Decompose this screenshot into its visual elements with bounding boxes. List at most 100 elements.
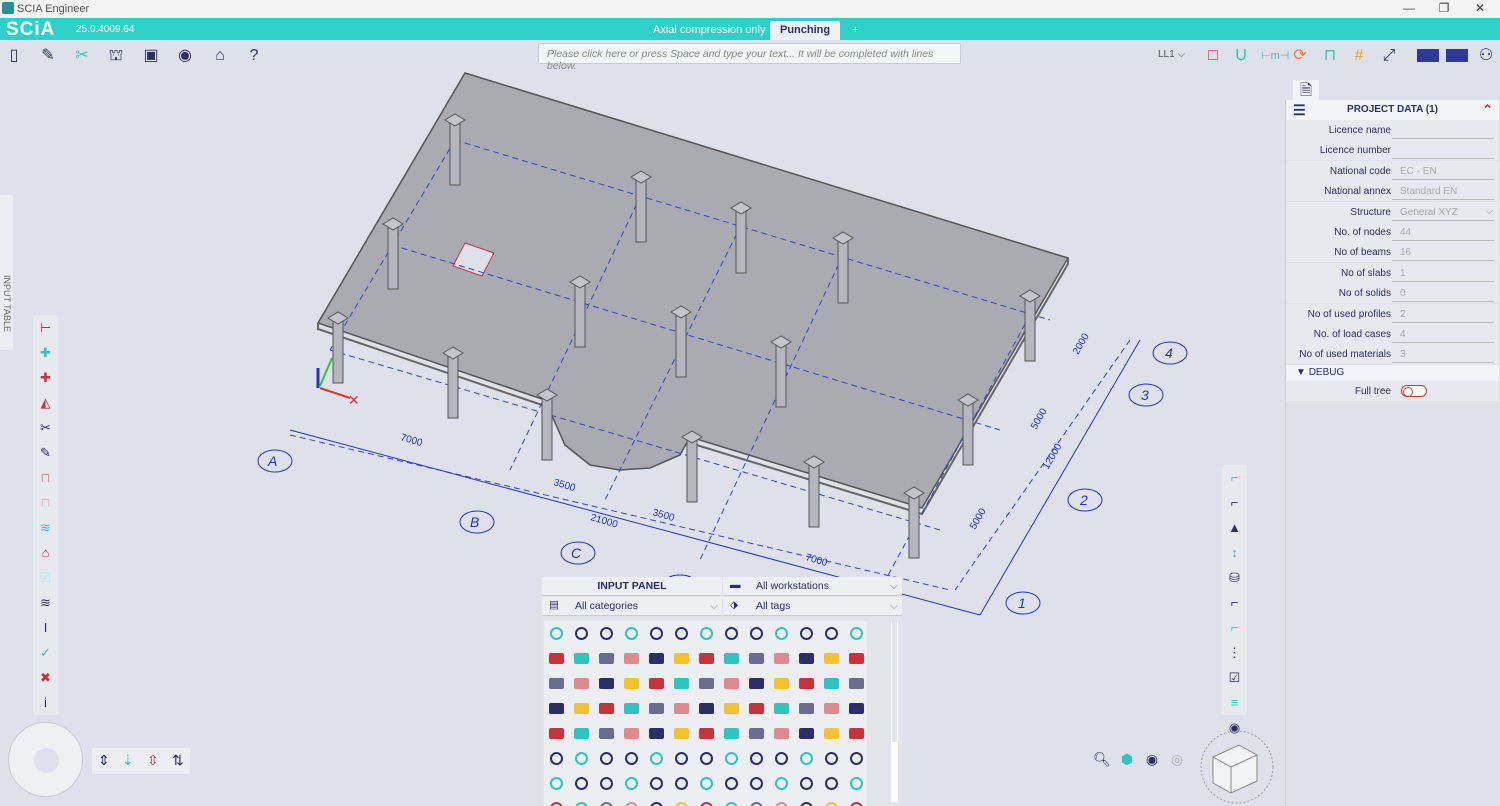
input-tool-icon[interactable]: [844, 671, 867, 696]
input-tool-icon[interactable]: [644, 796, 669, 806]
left-tool-icon[interactable]: ⊓: [33, 465, 58, 490]
document-icon[interactable]: 🗎︎: [1293, 80, 1319, 100]
left-tool-icon[interactable]: ⊢: [33, 315, 58, 340]
input-tool-icon[interactable]: [819, 796, 844, 806]
input-tool-icon[interactable]: [794, 671, 819, 696]
input-tool-icon[interactable]: [694, 746, 719, 771]
workstations-select[interactable]: ▬ All workstations ⌵: [723, 577, 902, 596]
right-tool-icon[interactable]: ⌐: [1222, 590, 1247, 615]
input-tool-icon[interactable]: [719, 746, 744, 771]
menu-icon[interactable]: ☰: [1293, 100, 1306, 120]
right-tool-icon[interactable]: ≡: [1222, 690, 1247, 715]
input-tool-icon[interactable]: [669, 671, 694, 696]
input-tool-icon[interactable]: [769, 646, 794, 671]
input-tool-icon[interactable]: [544, 671, 569, 696]
zoom-icon[interactable]: 🔍︎: [1091, 751, 1113, 771]
zoom-region-icon[interactable]: ⤢: [1379, 47, 1399, 65]
input-tool-icon[interactable]: [844, 696, 867, 721]
input-panel-scrollbar[interactable]: [891, 622, 898, 802]
right-tool-icon[interactable]: ⌐: [1222, 490, 1247, 515]
input-tool-icon[interactable]: [619, 621, 644, 646]
structure-icon[interactable]: ⛫: [106, 47, 126, 65]
input-tool-icon[interactable]: [819, 746, 844, 771]
input-tool-icon[interactable]: [769, 771, 794, 796]
input-tool-icon[interactable]: [744, 771, 769, 796]
chevron-down-icon[interactable]: ⌵: [1485, 206, 1493, 217]
input-tool-icon[interactable]: [819, 646, 844, 671]
input-tool-icon[interactable]: [819, 621, 844, 646]
minimize-button[interactable]: —: [1394, 1, 1424, 15]
input-tool-icon[interactable]: [719, 721, 744, 746]
u-icon[interactable]: U: [1231, 47, 1251, 65]
input-tool-icon[interactable]: [844, 621, 867, 646]
row-value[interactable]: 3: [1392, 344, 1494, 364]
user-icon[interactable]: ⚇: [1476, 47, 1496, 65]
input-tool-icon[interactable]: [844, 796, 867, 806]
input-tool-icon[interactable]: [594, 621, 619, 646]
input-tool-icon[interactable]: [569, 771, 594, 796]
left-tool-icon[interactable]: ◭: [33, 390, 58, 415]
input-tool-icon[interactable]: [644, 621, 669, 646]
input-tool-icon[interactable]: [669, 746, 694, 771]
input-tool-icon[interactable]: [694, 621, 719, 646]
close-button[interactable]: ✕: [1465, 1, 1495, 15]
input-tool-icon[interactable]: [819, 771, 844, 796]
input-tool-icon[interactable]: [844, 746, 867, 771]
input-tool-icon[interactable]: [544, 771, 569, 796]
input-tool-icon[interactable]: [619, 671, 644, 696]
input-tool-icon[interactable]: [594, 746, 619, 771]
input-tool-icon[interactable]: [569, 746, 594, 771]
input-tool-icon[interactable]: [844, 771, 867, 796]
row-value[interactable]: 44: [1392, 222, 1494, 241]
input-tool-icon[interactable]: [669, 696, 694, 721]
left-tool-icon[interactable]: ≋: [33, 590, 58, 615]
input-tool-icon[interactable]: [694, 696, 719, 721]
left-tool-icon[interactable]: ✂: [33, 415, 58, 440]
input-tool-icon[interactable]: [669, 771, 694, 796]
row-value[interactable]: 2: [1392, 304, 1494, 323]
input-tool-icon[interactable]: [769, 796, 794, 806]
tab-punching[interactable]: Punching: [770, 21, 840, 40]
input-tool-icon[interactable]: [719, 621, 744, 646]
right-tool-icon[interactable]: ⛁: [1222, 565, 1247, 590]
row-value[interactable]: Standard EN: [1392, 181, 1494, 201]
input-tool-icon[interactable]: [669, 646, 694, 671]
book-icon[interactable]: ⌂: [210, 47, 230, 65]
input-tool-icon[interactable]: [644, 721, 669, 746]
input-tool-icon[interactable]: [569, 646, 594, 671]
eu-flag-icon[interactable]: [1417, 49, 1439, 62]
row-value[interactable]: EC - EN: [1392, 161, 1494, 180]
input-tool-icon[interactable]: [544, 621, 569, 646]
row-value[interactable]: 1: [1392, 263, 1494, 282]
input-tool-icon[interactable]: [594, 796, 619, 806]
view-cube[interactable]: [1195, 725, 1280, 805]
check-structure-icon[interactable]: ▣: [141, 47, 161, 65]
list-red-icon[interactable]: ⇳: [147, 752, 159, 769]
input-tool-icon[interactable]: [569, 721, 594, 746]
load-case-select[interactable]: LL1 ⌵: [1158, 49, 1185, 60]
input-tool-icon[interactable]: [744, 621, 769, 646]
input-tool-icon[interactable]: [819, 671, 844, 696]
input-tool-icon[interactable]: [544, 746, 569, 771]
right-tool-icon[interactable]: ⋮: [1222, 640, 1247, 665]
input-tool-icon[interactable]: [794, 721, 819, 746]
workstation-wheel[interactable]: [8, 722, 83, 797]
input-tool-icon[interactable]: [594, 671, 619, 696]
input-tool-icon[interactable]: [769, 696, 794, 721]
left-tool-icon[interactable]: ✎: [33, 440, 58, 465]
left-tool-icon[interactable]: ✓: [33, 640, 58, 665]
input-tool-icon[interactable]: [644, 646, 669, 671]
new-file-icon[interactable]: ▯: [4, 47, 24, 65]
lock-open-icon[interactable]: ⊓: [1320, 47, 1340, 65]
refresh-icon[interactable]: ⟳: [1290, 47, 1310, 65]
input-tool-icon[interactable]: [569, 796, 594, 806]
input-tool-icon[interactable]: [794, 696, 819, 721]
input-tool-icon[interactable]: [644, 771, 669, 796]
row-value[interactable]: General XYZ: [1392, 202, 1494, 221]
input-tool-icon[interactable]: [619, 696, 644, 721]
grid-lock-icon[interactable]: #: [1349, 47, 1369, 65]
input-tool-icon[interactable]: [769, 671, 794, 696]
eye-icon[interactable]: ◉: [1141, 751, 1163, 771]
input-tool-icon[interactable]: [769, 621, 794, 646]
input-tool-icon[interactable]: [644, 746, 669, 771]
